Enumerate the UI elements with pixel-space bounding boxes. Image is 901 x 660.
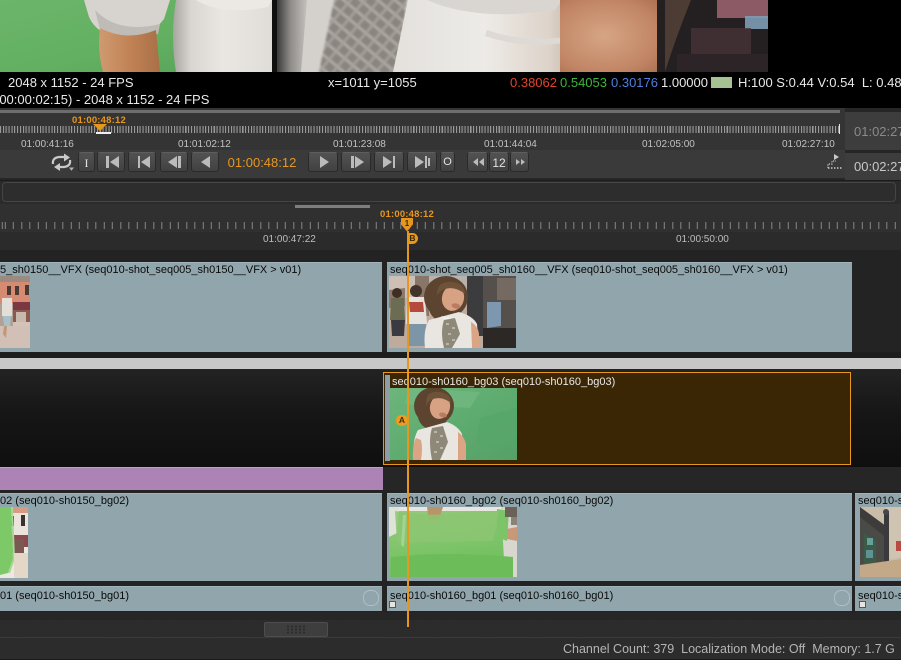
- svg-text:1: 1: [405, 219, 410, 228]
